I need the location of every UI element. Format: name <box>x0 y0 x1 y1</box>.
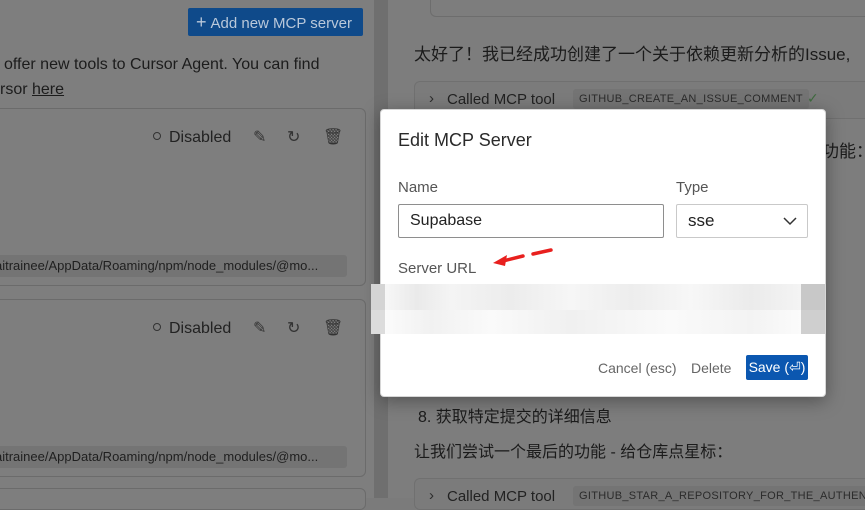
tool-name-tag: GITHUB_CREATE_AN_ISSUE_COMMENT <box>573 89 809 109</box>
previous-tool-block <box>430 0 865 17</box>
mcp-tool-call-row[interactable]: › Called MCP tool GITHUB_STAR_A_REPOSITO… <box>414 478 865 510</box>
mcp-server-card <box>0 488 366 510</box>
status-dot-icon <box>153 132 161 140</box>
chevron-right-icon: › <box>429 90 434 107</box>
server-url-input-redacted[interactable] <box>371 284 825 334</box>
mcp-server-card: Disabled ✎ ↻ 🗑 aitrainee/AppData/Roaming… <box>0 108 366 286</box>
name-label: Name <box>398 179 439 196</box>
edit-icon[interactable]: ✎ <box>253 318 266 338</box>
server-command-path: aitrainee/AppData/Roaming/npm/node_modul… <box>0 255 347 277</box>
type-label: Type <box>676 179 709 196</box>
trash-icon[interactable]: 🗑 <box>323 127 343 147</box>
type-select[interactable]: sse <box>676 204 808 238</box>
tool-name-tag: GITHUB_STAR_A_REPOSITORY_FOR_THE_AUTHENT… <box>573 486 865 506</box>
add-mcp-server-button[interactable]: + Add new MCP server <box>188 8 363 36</box>
status-badge: Disabled <box>153 320 231 338</box>
name-input[interactable] <box>398 204 664 238</box>
dialog-title: Edit MCP Server <box>398 130 532 150</box>
chat-message-line: 让我们尝试一个最后的功能 - 给仓库点星标： <box>414 444 733 461</box>
check-icon: ✓ <box>807 90 819 106</box>
trash-icon[interactable]: 🗑 <box>323 318 343 338</box>
chat-message-line: 太好了！我已经成功创建了一个关于依赖更新分析的Issue, <box>414 45 851 64</box>
edit-mcp-server-dialog: Edit MCP Server Name Type sse Server URL… <box>371 109 826 397</box>
arrow-annotation-icon <box>493 248 553 266</box>
chevron-right-icon: › <box>429 487 434 504</box>
status-dot-icon <box>153 323 161 331</box>
delete-button[interactable]: Delete <box>691 360 731 376</box>
cancel-button[interactable]: Cancel (esc) <box>598 360 677 376</box>
refresh-icon[interactable]: ↻ <box>287 318 300 338</box>
mcp-server-card: Disabled ✎ ↻ 🗑 aitrainee/AppData/Roaming… <box>0 299 366 477</box>
chevron-down-icon <box>783 205 797 248</box>
chat-message-fragment: 功能： <box>822 142 865 161</box>
server-url-label: Server URL <box>398 260 477 277</box>
status-badge: Disabled <box>153 129 231 147</box>
plus-icon: + <box>196 12 207 32</box>
docs-link[interactable]: here <box>32 81 64 98</box>
server-command-path: aitrainee/AppData/Roaming/npm/node_modul… <box>0 446 347 468</box>
save-button[interactable]: Save (⏎) <box>746 355 808 380</box>
chat-list-item: 8. 获取特定提交的详细信息 <box>418 409 612 426</box>
mcp-intro-text: offer new tools to Cursor Agent. You can… <box>0 56 320 98</box>
edit-icon[interactable]: ✎ <box>253 127 266 147</box>
refresh-icon[interactable]: ↻ <box>287 127 300 147</box>
